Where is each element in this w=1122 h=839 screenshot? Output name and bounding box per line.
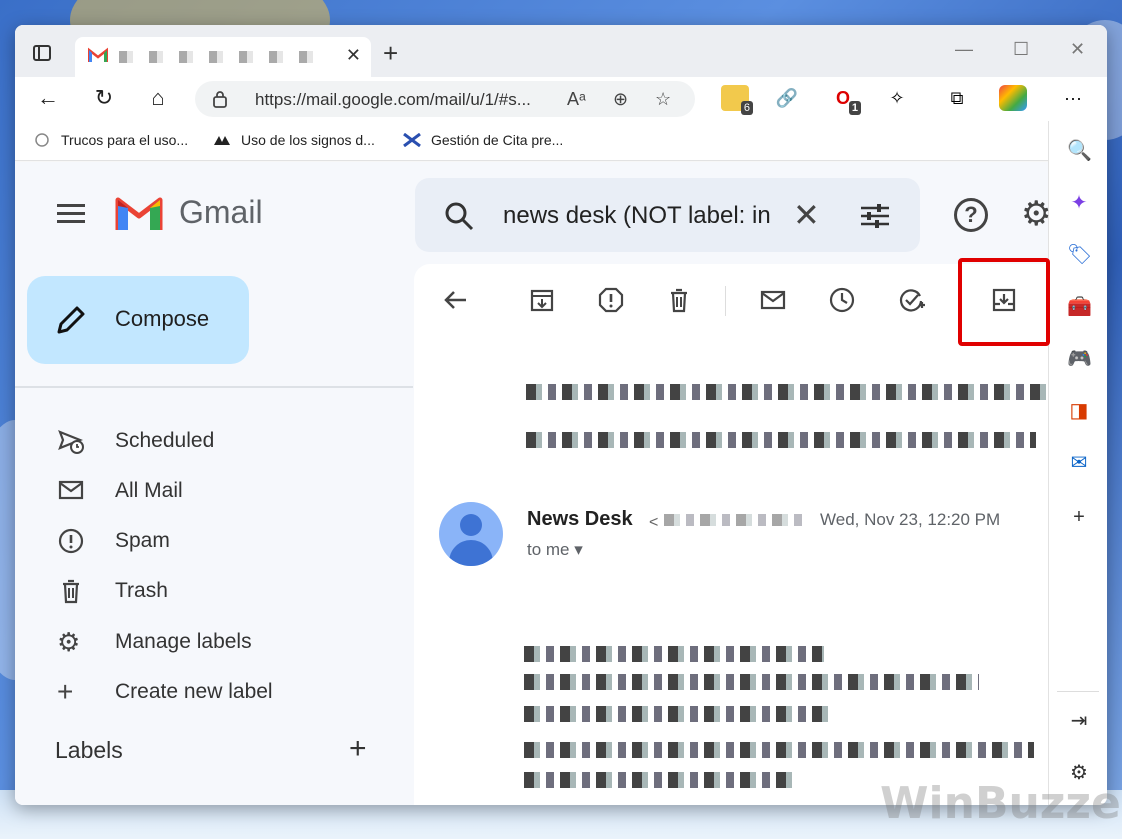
add-task-icon[interactable] <box>898 286 926 314</box>
collections-icon[interactable]: ⧉ <box>943 85 971 111</box>
url-text[interactable]: https://mail.google.com/mail/u/1/#s... <box>255 90 531 110</box>
home-icon[interactable]: ⌂ <box>143 83 173 113</box>
labels-heading: Labels <box>55 737 123 763</box>
edge-sidebar: 🔍 ✦ 🏷 🧰 🎮 ◨ ✉ + ⇥ ⚙ <box>1048 121 1107 805</box>
mark-unread-icon[interactable] <box>759 286 787 314</box>
copilot-icon[interactable]: ✦ <box>1067 191 1091 215</box>
add-sidebar-app-icon[interactable]: + <box>1067 505 1091 529</box>
tab-bar: ✕ + — ☐ ✕ <box>15 25 1107 77</box>
lock-icon <box>213 91 227 108</box>
read-aloud-icon[interactable]: Aᵃ <box>567 89 586 110</box>
profile-ext-icon[interactable] <box>999 85 1027 111</box>
search-bar[interactable]: news desk (NOT label: in ✕ <box>415 178 920 252</box>
main-menu-icon[interactable] <box>57 204 85 224</box>
bookmark-favicon-icon <box>214 136 230 145</box>
link-ext-icon[interactable]: 🔗 <box>773 85 801 111</box>
minimize-button[interactable]: — <box>955 39 973 60</box>
nav-item-trash[interactable]: Trash <box>15 571 413 611</box>
nav-divider <box>15 386 413 388</box>
hide-sidebar-icon[interactable]: ⇥ <box>1067 709 1091 733</box>
tab-title-redacted <box>119 51 329 63</box>
scheduled-send-icon <box>58 430 84 454</box>
back-icon[interactable]: ← <box>33 83 63 113</box>
maximize-button[interactable]: ☐ <box>1013 39 1029 60</box>
back-to-list-icon[interactable] <box>442 286 470 314</box>
search-icon[interactable] <box>443 200 475 232</box>
plus-icon: + <box>57 676 74 707</box>
adblock-ext-icon[interactable]: O 1 <box>829 85 861 115</box>
sidebar-divider <box>1057 691 1099 692</box>
redacted-text <box>526 432 1036 448</box>
recipient-details[interactable]: to me ▾ <box>527 540 583 560</box>
gmail-logo-icon <box>115 197 163 230</box>
message-date: Wed, Nov 23, 12:20 PM <box>820 510 1001 529</box>
nav-item-all-mail[interactable]: All Mail <box>15 471 413 511</box>
archive-icon[interactable] <box>528 286 556 314</box>
search-options-icon[interactable] <box>859 200 891 232</box>
games-icon[interactable]: 🎮 <box>1067 347 1092 371</box>
add-label-icon[interactable]: + <box>349 732 367 766</box>
tools-icon[interactable]: 🧰 <box>1067 295 1092 319</box>
browser-window: ✕ + — ☐ ✕ ← ↻ ⌂ https://mail.google.com/… <box>15 25 1107 805</box>
redacted-text <box>524 772 794 788</box>
toolbar-separator <box>725 286 726 316</box>
help-icon[interactable]: ? <box>954 198 988 232</box>
redacted-text <box>524 674 979 690</box>
add-favorite-icon[interactable]: ☆ <box>655 89 671 110</box>
compose-label: Compose <box>115 306 210 331</box>
address-bar[interactable]: https://mail.google.com/mail/u/1/#s... A… <box>195 81 695 117</box>
bookmark-favicon-icon <box>403 133 421 147</box>
outlook-icon[interactable]: ✉ <box>1067 451 1091 475</box>
compose-button[interactable]: Compose <box>27 276 249 364</box>
delete-icon[interactable] <box>665 286 693 314</box>
avatar[interactable] <box>439 502 503 566</box>
nav-item-spam[interactable]: Spam <box>15 521 413 561</box>
close-window-button[interactable]: ✕ <box>1070 39 1085 60</box>
search-input[interactable]: news desk (NOT label: in <box>503 202 771 230</box>
more-menu-icon[interactable]: ··· <box>1059 85 1087 111</box>
redacted-text <box>524 706 834 722</box>
gmail-favicon-icon <box>88 47 108 62</box>
office-icon[interactable]: ◨ <box>1067 399 1091 423</box>
new-tab-button[interactable]: + <box>383 39 398 67</box>
refresh-icon[interactable]: ↻ <box>89 83 119 113</box>
spam-icon <box>58 528 84 554</box>
highlight-box <box>958 258 1050 346</box>
gmail-wordmark: Gmail <box>179 194 263 230</box>
nav-item-manage-labels[interactable]: ⚙ Manage labels <box>15 622 413 662</box>
bookmarks-bar: Trucos para el uso... Uso de los signos … <box>15 121 1107 161</box>
sender-name[interactable]: News Desk <box>527 508 633 531</box>
tampermonkey-ext-icon[interactable]: 6 <box>721 85 753 115</box>
message-view: News Desk < Wed, Nov 23, 12:20 PM to me … <box>414 258 1050 805</box>
nav-item-create-label[interactable]: + Create new label <box>15 672 413 712</box>
gear-icon: ⚙ <box>57 627 81 657</box>
snooze-icon[interactable] <box>828 286 856 314</box>
watermark: WinBuzzer <box>880 778 1122 829</box>
pencil-icon <box>57 306 85 334</box>
active-tab[interactable]: ✕ <box>75 37 371 77</box>
redacted-text <box>526 384 1046 400</box>
bookmark-item[interactable]: Trucos para el uso... <box>33 132 188 148</box>
all-mail-icon <box>58 480 84 500</box>
clear-search-icon[interactable]: ✕ <box>793 196 820 234</box>
search-icon[interactable]: 🔍 <box>1067 139 1092 163</box>
nav-item-scheduled[interactable]: Scheduled <box>15 421 413 461</box>
bookmark-item[interactable]: Gestión de Cita pre... <box>403 132 563 148</box>
redacted-text <box>664 514 802 526</box>
tab-close-icon[interactable]: ✕ <box>346 45 361 66</box>
trash-icon <box>63 579 79 604</box>
browser-toolbar: ← ↻ ⌂ https://mail.google.com/mail/u/1/#… <box>15 77 1107 121</box>
redacted-text <box>524 646 824 662</box>
settings-gear-icon[interactable]: ⚙ <box>1021 194 1051 234</box>
tab-actions-icon[interactable] <box>33 45 51 61</box>
extensions-puzzle-icon[interactable]: ✧ <box>883 85 911 111</box>
redacted-text <box>524 742 1034 758</box>
report-spam-icon[interactable] <box>597 286 625 314</box>
bookmark-item[interactable]: Uso de los signos d... <box>213 132 375 148</box>
gmail-app: Gmail news desk (NOT label: in ✕ ? ⚙ Com… <box>15 162 1051 805</box>
shopping-tag-icon[interactable]: 🏷 <box>1067 243 1092 267</box>
bookmark-favicon-icon <box>35 133 49 147</box>
zoom-in-icon[interactable]: ⊕ <box>613 89 628 110</box>
sender-address: < <box>649 514 659 531</box>
